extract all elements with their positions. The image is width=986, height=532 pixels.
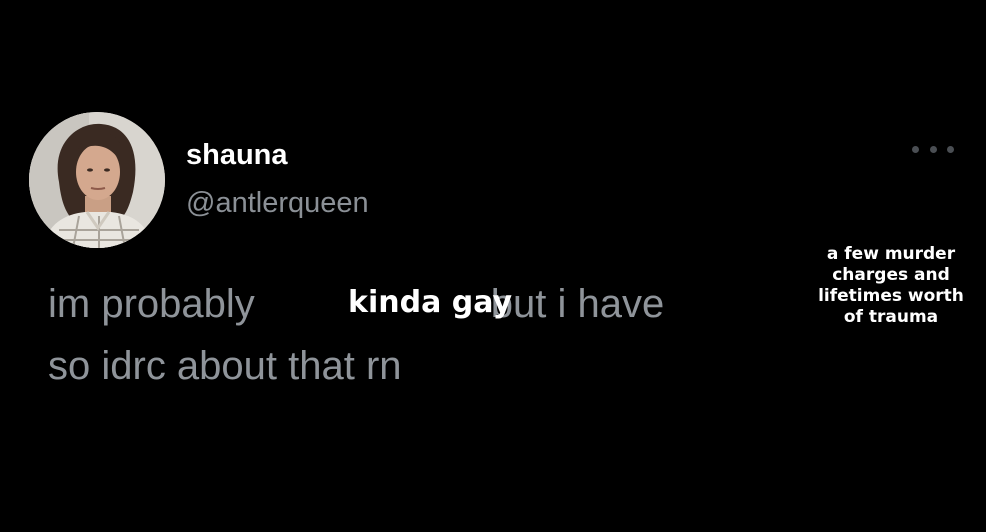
more-dot (912, 145, 919, 153)
tweet-card: shauna @antlerqueen im probably but i hav… (0, 0, 986, 532)
avatar[interactable] (29, 112, 165, 248)
tweet-text-part2: but i have (490, 282, 665, 326)
display-name[interactable]: shauna (186, 138, 288, 172)
avatar-photo (29, 112, 165, 248)
tweet-text-line2: so idrc about that rn (48, 344, 402, 388)
more-options-icon[interactable] (912, 138, 954, 160)
inserted-phrase: kinda gay (348, 285, 513, 320)
more-dot (929, 145, 937, 153)
tweet-text-part1: im probably (48, 282, 255, 326)
inserted-caption: a few murder charges and lifetimes worth… (818, 244, 964, 327)
more-dot (947, 145, 954, 153)
user-handle[interactable]: @antlerqueen (186, 186, 369, 220)
